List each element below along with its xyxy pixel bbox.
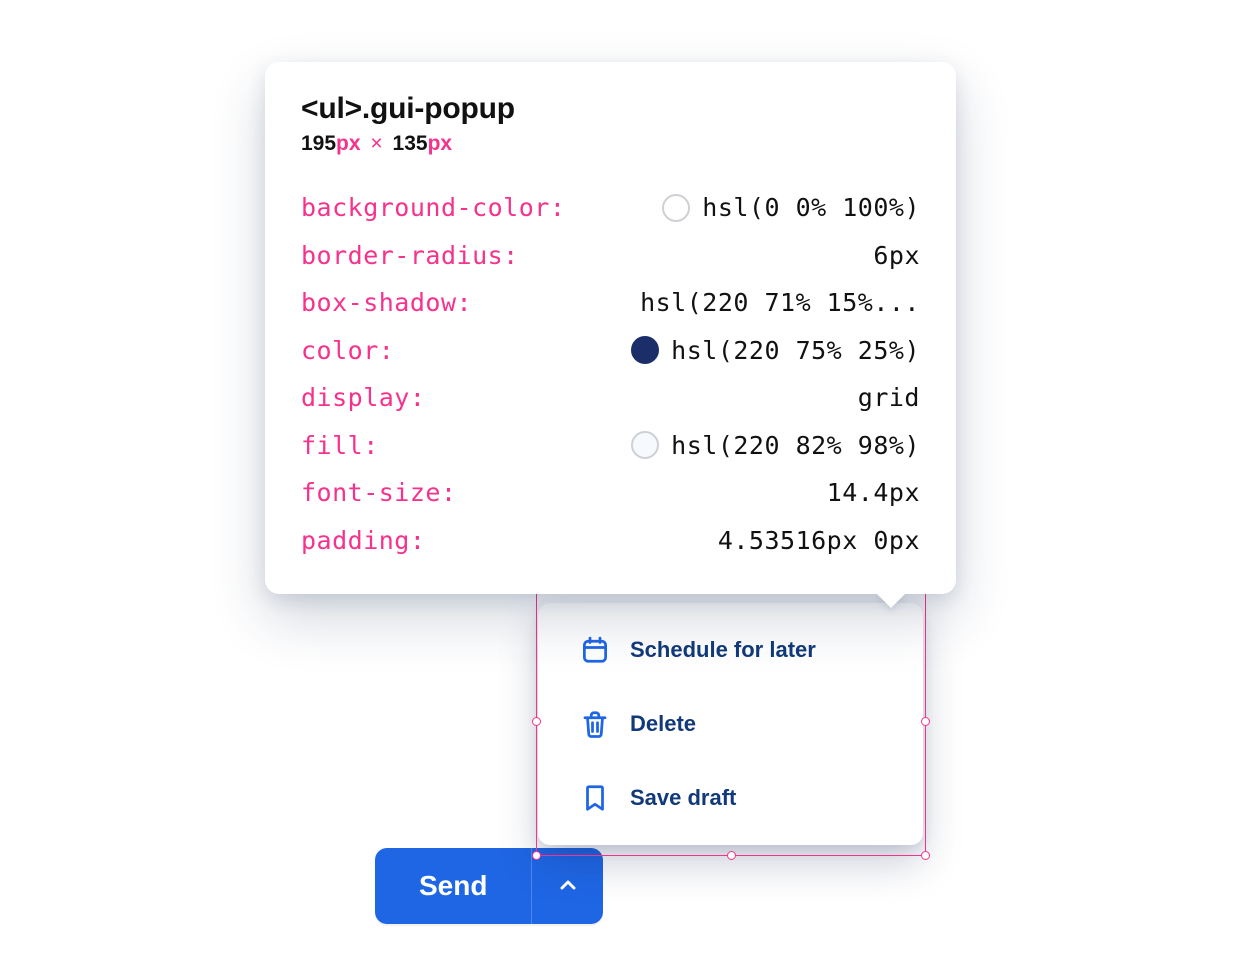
style-row-color: color hsl(220 75% 25%) — [301, 327, 920, 375]
send-more-button[interactable] — [531, 848, 603, 924]
style-prop: font-size — [301, 469, 457, 517]
tooltip-unit: px — [428, 132, 453, 155]
style-prop: fill — [301, 422, 379, 470]
tooltip-dimensions: 195px × 135px — [301, 132, 920, 156]
tooltip-height: 135 — [393, 132, 428, 155]
tooltip-width: 195 — [301, 132, 336, 155]
chevron-up-icon — [556, 873, 580, 900]
style-value: 14.4px — [827, 469, 920, 517]
style-value: hsl(220 75% 25%) — [631, 327, 920, 375]
style-value-text: hsl(220 75% 25%) — [671, 327, 920, 375]
style-value-text: hsl(220 82% 98%) — [671, 422, 920, 470]
inspector-tooltip: <ul>.gui-popup 195px × 135px background-… — [265, 62, 956, 594]
popup-item-label: Delete — [630, 711, 696, 737]
style-prop: border-radius — [301, 232, 519, 280]
trash-icon — [580, 709, 610, 739]
style-row-box-shadow: box-shadow hsl(220 71% 15%... — [301, 279, 920, 327]
style-row-display: display grid — [301, 374, 920, 422]
style-value-text: hsl(0 0% 100%) — [702, 184, 920, 232]
style-value: 6px — [873, 232, 920, 280]
style-row-fill: fill hsl(220 82% 98%) — [301, 422, 920, 470]
style-value: hsl(0 0% 100%) — [662, 184, 920, 232]
style-value: grid — [858, 374, 920, 422]
calendar-icon — [580, 635, 610, 665]
style-value: hsl(220 82% 98%) — [631, 422, 920, 470]
color-swatch-icon — [631, 431, 659, 459]
resize-handle-icon — [921, 851, 930, 860]
bookmark-icon — [580, 783, 610, 813]
popup-item-label: Save draft — [630, 785, 736, 811]
style-prop: color — [301, 327, 394, 375]
tooltip-unit: px — [336, 132, 361, 155]
popup-item-delete[interactable]: Delete — [538, 687, 923, 761]
style-row-padding: padding 4.53516px 0px — [301, 517, 920, 565]
style-row-font-size: font-size 14.4px — [301, 469, 920, 517]
style-value: hsl(220 71% 15%... — [640, 279, 920, 327]
style-prop: display — [301, 374, 425, 422]
style-value: 4.53516px 0px — [718, 517, 920, 565]
style-row-background-color: background-color hsl(0 0% 100%) — [301, 184, 920, 232]
style-prop: padding — [301, 517, 425, 565]
style-prop: background-color — [301, 184, 565, 232]
tooltip-selector: <ul>.gui-popup — [301, 92, 920, 126]
style-row-border-radius: border-radius 6px — [301, 232, 920, 280]
send-button[interactable]: Send — [375, 848, 531, 924]
color-swatch-icon — [631, 336, 659, 364]
popup-item-schedule[interactable]: Schedule for later — [538, 613, 923, 687]
color-swatch-icon — [662, 194, 690, 222]
gui-popup: Schedule for later Delete Save draft — [538, 603, 923, 845]
times-icon: × — [366, 132, 386, 155]
popup-item-save-draft[interactable]: Save draft — [538, 761, 923, 835]
send-split-button: Send — [375, 848, 603, 924]
style-prop: box-shadow — [301, 279, 472, 327]
popup-item-label: Schedule for later — [630, 637, 816, 663]
resize-handle-icon — [727, 851, 736, 860]
